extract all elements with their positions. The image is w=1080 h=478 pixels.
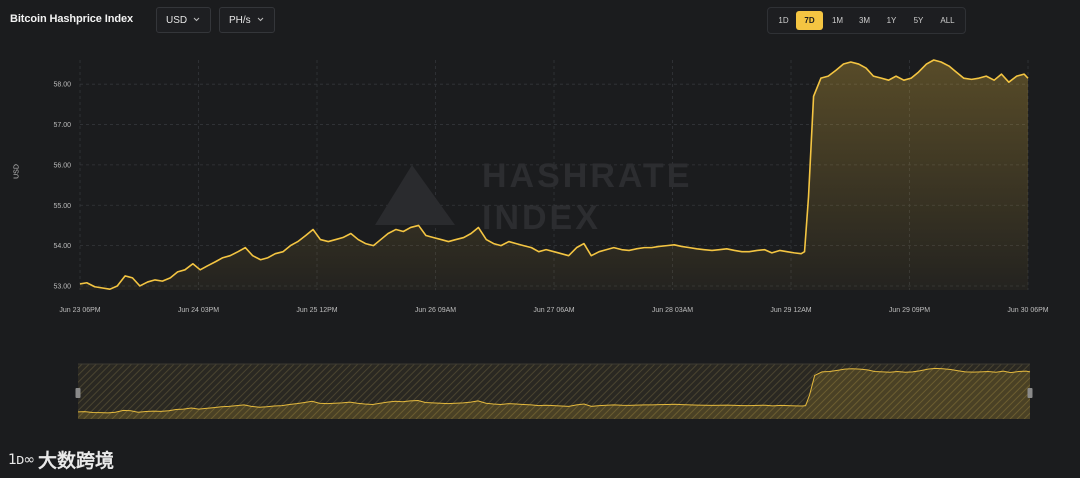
x-tick-label: Jun 29 09PM [889, 307, 930, 314]
y-tick-labels: 53.00 54.00 55.00 56.00 57.00 58.00 [53, 82, 71, 291]
brand-mark-icon: 1ᴅ∞ [8, 451, 35, 468]
watermark-line-1: HASHRATE [482, 157, 692, 195]
watermark: HASHRATE INDEX [375, 157, 692, 237]
y-tick-label: 55.00 [53, 203, 71, 210]
brand-name: 大数跨境 [38, 450, 115, 472]
y-tick-label: 58.00 [53, 82, 71, 89]
y-tick-label: 53.00 [53, 283, 71, 290]
x-tick-labels: Jun 23 06PM Jun 24 03PM Jun 25 12PM Jun 26 … [59, 307, 1048, 314]
y-tick-label: 56.00 [53, 162, 71, 169]
y-tick-label: 57.00 [53, 122, 71, 129]
watermark-line-2: INDEX [482, 199, 601, 237]
x-tick-label: Jun 24 03PM [178, 307, 219, 314]
footer-logo: 1ᴅ∞ 大数跨境 [8, 446, 114, 473]
y-tick-label: 54.00 [53, 243, 71, 250]
x-tick-label: Jun 29 12AM [770, 307, 811, 314]
x-tick-label: Jun 27 06AM [533, 307, 574, 314]
x-tick-label: Jun 28 03AM [652, 307, 693, 314]
navigator-right-handle[interactable] [1027, 388, 1033, 398]
x-tick-label: Jun 23 06PM [59, 307, 100, 314]
range-navigator[interactable] [75, 363, 1033, 419]
navigator-left-handle[interactable] [75, 388, 81, 398]
watermark-logo-icon [375, 165, 455, 225]
hashprice-chart: HASHRATE INDEX 53.00 54.00 55.00 56.00 57.00… [53, 59, 1049, 419]
x-tick-label: Jun 25 12PM [296, 307, 337, 314]
x-tick-label: Jun 26 09AM [415, 307, 456, 314]
x-tick-label: Jun 30 06PM [1007, 307, 1048, 314]
